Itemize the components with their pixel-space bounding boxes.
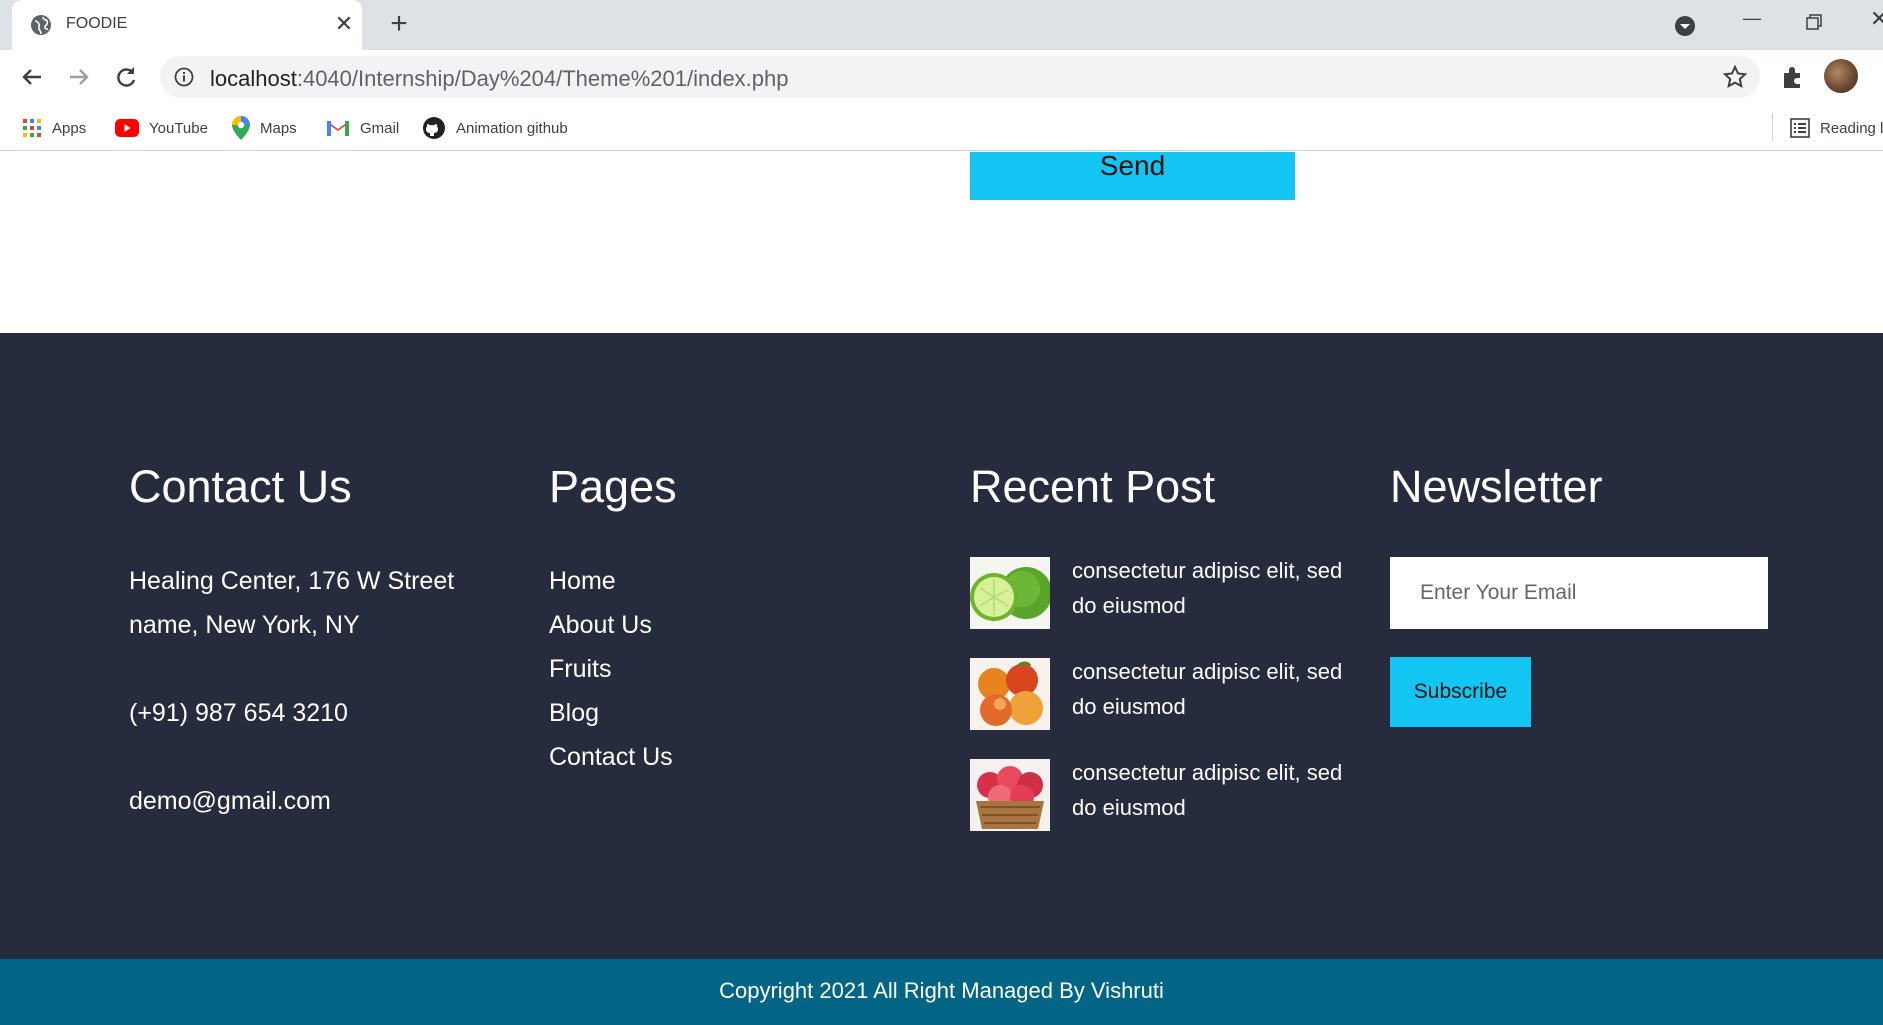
bookmark-label: Gmail xyxy=(360,119,400,137)
new-tab-icon[interactable]: + xyxy=(384,9,414,40)
bookmark-label: Apps xyxy=(52,119,87,137)
maps-pin-icon xyxy=(232,116,250,140)
contact-heading: Contact Us xyxy=(129,461,352,512)
recent-post-heading: Recent Post xyxy=(970,461,1216,512)
lime-image xyxy=(970,557,1050,629)
reading-list-label: Reading list xyxy=(1820,119,1883,137)
bookmarks-bar: Apps YouTube Maps Gmail Animation github xyxy=(0,105,1883,151)
site-footer: Contact Us Healing Center, 176 W Street … xyxy=(0,333,1883,959)
newsletter-heading: Newsletter xyxy=(1390,461,1603,512)
apple-basket-image xyxy=(970,759,1050,831)
footer-link-blog[interactable]: Blog xyxy=(549,691,677,735)
footer-link-about-us-text[interactable]: About Us xyxy=(549,611,652,639)
footer-link-contact-us[interactable]: Contact Us xyxy=(549,735,677,779)
footer-link-home-text[interactable]: Home xyxy=(549,567,616,595)
footer-recent-post-column: Recent Post consectetur adipisc elit, se… xyxy=(970,461,1390,861)
bookmark-apps[interactable]: Apps xyxy=(22,115,86,141)
tab-search-icon[interactable] xyxy=(1673,14,1697,38)
reload-icon[interactable] xyxy=(112,63,140,91)
reading-list-icon xyxy=(1790,118,1810,138)
bookmark-label: YouTube xyxy=(149,119,208,137)
peaches-image xyxy=(970,658,1050,730)
close-tab-icon[interactable]: ✕ xyxy=(332,12,356,36)
address-bar[interactable]: localhost:4040/Internship/Day%204/Theme%… xyxy=(160,56,1760,98)
footer-link-home[interactable]: Home xyxy=(549,559,677,603)
bookmark-gmail[interactable]: Gmail xyxy=(326,115,399,141)
subscribe-button[interactable]: Subscribe xyxy=(1390,657,1531,727)
github-icon xyxy=(423,117,445,139)
apps-grid-icon xyxy=(23,119,41,137)
send-button[interactable]: Send xyxy=(970,152,1295,200)
globe-icon xyxy=(31,15,51,35)
recent-post-item[interactable]: consectetur adipisc elit, sed do eiusmod xyxy=(970,557,1370,629)
bookmark-animation-github[interactable]: Animation github xyxy=(422,115,568,141)
site-info-icon[interactable] xyxy=(174,67,194,87)
pages-heading: Pages xyxy=(549,461,677,512)
recent-post-text: consectetur adipisc elit, sed do eiusmod xyxy=(1072,558,1343,618)
contact-address: Healing Center, 176 W Street name, New Y… xyxy=(129,567,455,639)
minimize-icon[interactable]: — xyxy=(1742,8,1762,28)
copyright-text: Copyright 2021 All Right Managed By Vish… xyxy=(719,978,1164,1003)
url-text: localhost:4040/Internship/Day%204/Theme%… xyxy=(210,66,789,92)
bookmark-label: Animation github xyxy=(456,119,568,137)
url-path: :4040/Internship/Day%204/Theme%201/index… xyxy=(296,66,789,91)
footer-contact-column: Contact Us Healing Center, 176 W Street … xyxy=(129,461,489,823)
footer-link-about-us[interactable]: About Us xyxy=(549,603,677,647)
window-close-icon[interactable]: ✕ xyxy=(1870,6,1883,32)
copyright-bar: Copyright 2021 All Right Managed By Vish… xyxy=(0,959,1883,1025)
url-host: localhost xyxy=(210,66,297,91)
recent-post-item[interactable]: consectetur adipisc elit, sed do eiusmod xyxy=(970,759,1370,831)
bookmark-star-icon[interactable] xyxy=(1722,64,1748,90)
bookmark-youtube[interactable]: YouTube xyxy=(115,115,208,141)
footer-pages-column: Pages Home About Us Fruits Blog Contact … xyxy=(549,461,677,779)
footer-newsletter-column: Newsletter Subscribe xyxy=(1390,461,1810,761)
bookmark-maps[interactable]: Maps xyxy=(232,115,297,141)
forward-arrow-icon[interactable] xyxy=(65,63,93,91)
tab-title: FOODIE xyxy=(66,15,128,32)
footer-link-fruits[interactable]: Fruits xyxy=(549,647,677,691)
recent-post-item[interactable]: consectetur adipisc elit, sed do eiusmod xyxy=(970,658,1370,730)
footer-link-blog-text[interactable]: Blog xyxy=(549,699,599,727)
browser-tab-strip: FOODIE ✕ + — ✕ xyxy=(0,0,1883,50)
browser-tab[interactable]: FOODIE ✕ xyxy=(12,0,362,50)
pages-link-list: Home About Us Fruits Blog Contact Us xyxy=(549,559,677,779)
footer-link-fruits-text[interactable]: Fruits xyxy=(549,655,612,683)
recent-post-text: consectetur adipisc elit, sed do eiusmod xyxy=(1072,760,1343,820)
youtube-icon xyxy=(115,119,139,137)
bookmark-label: Maps xyxy=(260,119,297,137)
recent-post-text: consectetur adipisc elit, sed do eiusmod xyxy=(1072,659,1343,719)
profile-avatar[interactable] xyxy=(1824,59,1858,93)
page-viewport: Send Contact Us Healing Center, 176 W St… xyxy=(0,152,1883,1025)
contact-email: demo@gmail.com xyxy=(129,787,331,815)
newsletter-email-input[interactable] xyxy=(1390,557,1768,629)
extensions-puzzle-icon[interactable] xyxy=(1780,64,1806,90)
reading-list-button[interactable]: Reading list xyxy=(1790,115,1883,141)
footer-link-contact-us-text[interactable]: Contact Us xyxy=(549,743,673,771)
back-arrow-icon[interactable] xyxy=(18,63,46,91)
bookmarks-divider xyxy=(1772,113,1773,141)
contact-phone: (+91) 987 654 3210 xyxy=(129,699,348,727)
browser-toolbar: localhost:4040/Internship/Day%204/Theme%… xyxy=(0,50,1883,105)
gmail-icon xyxy=(327,121,349,136)
restore-icon[interactable] xyxy=(1806,14,1822,30)
